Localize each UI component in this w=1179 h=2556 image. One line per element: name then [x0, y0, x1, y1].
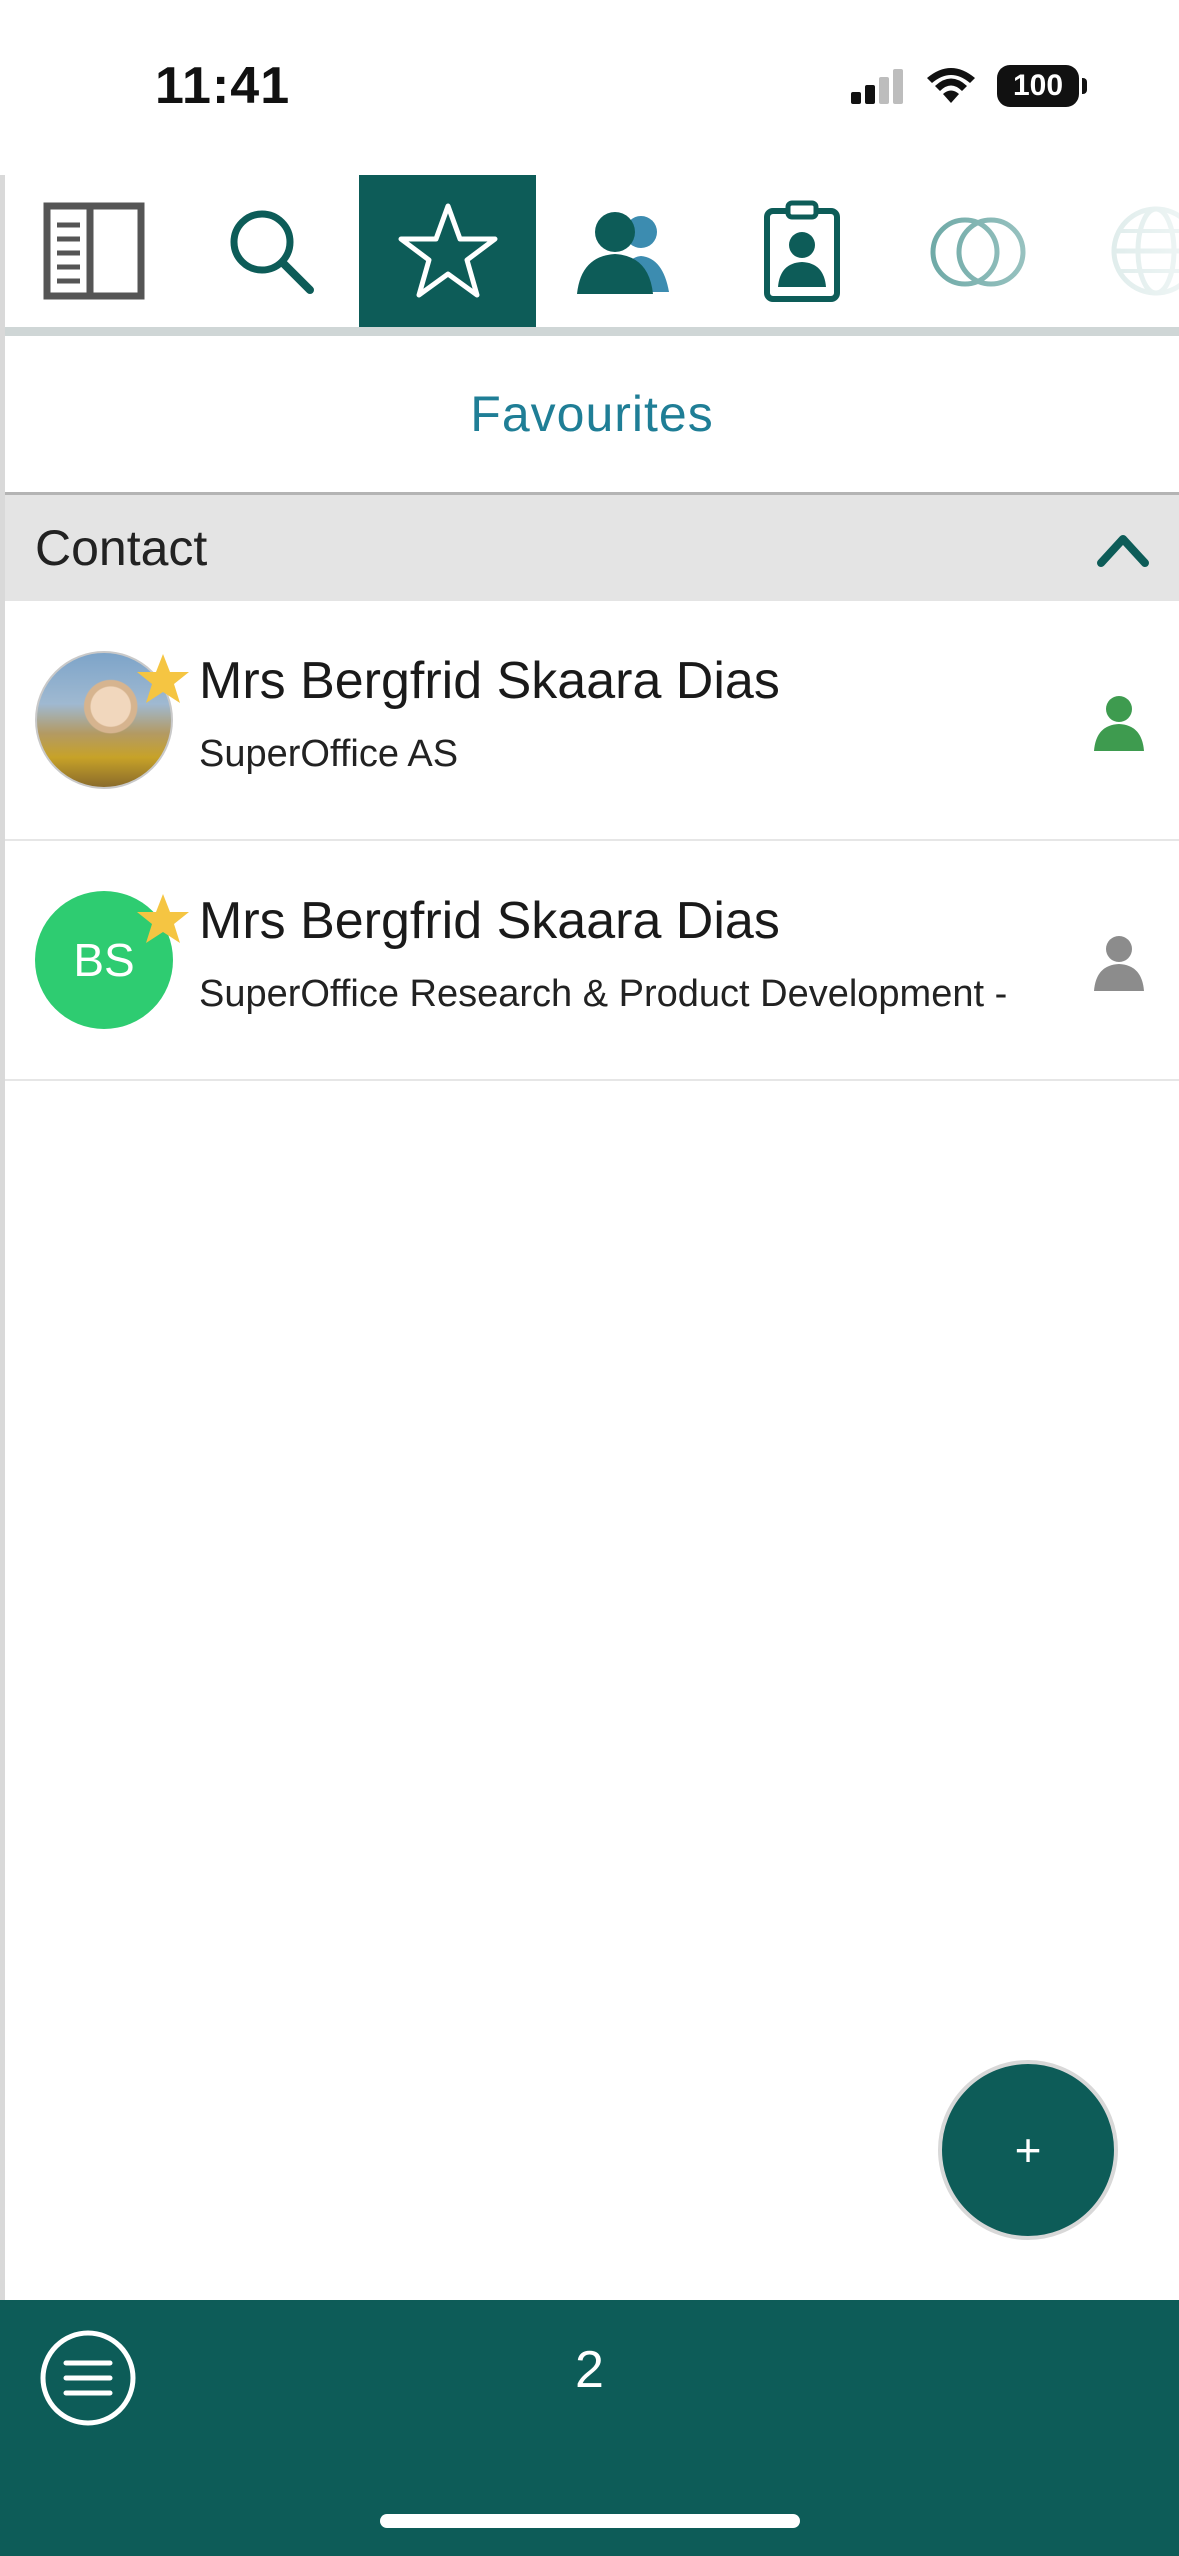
person-icon[interactable] — [1091, 933, 1147, 993]
panel-icon — [43, 202, 144, 300]
add-button[interactable]: + — [938, 2060, 1118, 2240]
globe-icon — [1111, 206, 1179, 296]
contact-company: SuperOffice AS — [199, 733, 459, 775]
tab-bar — [5, 175, 1179, 327]
tab-search[interactable] — [182, 175, 359, 327]
list-item[interactable]: Mrs Bergfrid Skaara Dias SuperOffice AS — [5, 601, 1179, 841]
result-count: 2 — [575, 2341, 604, 2399]
contact-card-icon — [763, 200, 840, 302]
chevron-up-icon[interactable] — [1095, 525, 1151, 573]
status-bar: 11:41 100 — [0, 0, 1179, 175]
tab-navigator[interactable] — [5, 175, 182, 327]
tab-web[interactable] — [1067, 175, 1179, 327]
wifi-icon — [927, 68, 975, 103]
section-header-contact[interactable]: Contact — [5, 495, 1179, 601]
status-time: 11:41 — [155, 57, 291, 115]
star-icon — [398, 203, 497, 298]
people-icon — [576, 212, 669, 294]
battery-icon: 100 — [997, 65, 1087, 107]
search-icon — [230, 210, 314, 294]
contact-company: SuperOffice Research & Product Developme… — [199, 973, 1008, 1015]
favourite-star-icon — [137, 894, 189, 943]
battery-level: 100 — [1012, 69, 1064, 102]
home-indicator — [380, 2514, 800, 2528]
status-icons: 100 — [849, 62, 1087, 110]
section-label: Contact — [35, 520, 208, 576]
tab-favourites[interactable] — [359, 175, 536, 327]
contact-name: Mrs Bergfrid Skaara Dias — [199, 892, 780, 950]
avatar-initials: BS — [73, 934, 135, 986]
tab-selections[interactable] — [890, 175, 1067, 327]
tab-contacts[interactable] — [536, 175, 713, 327]
tab-bar-underline — [5, 327, 1179, 336]
list-item[interactable]: BS Mrs Bergfrid Skaara Dias SuperOffice … — [5, 841, 1179, 1081]
person-icon[interactable] — [1091, 693, 1147, 753]
tab-person[interactable] — [713, 175, 890, 327]
circles-icon — [930, 217, 1025, 287]
favourite-star-icon — [137, 654, 189, 703]
page-title: Favourites — [470, 386, 714, 442]
contact-name: Mrs Bergfrid Skaara Dias — [199, 652, 780, 710]
cellular-signal-icon — [851, 69, 903, 104]
